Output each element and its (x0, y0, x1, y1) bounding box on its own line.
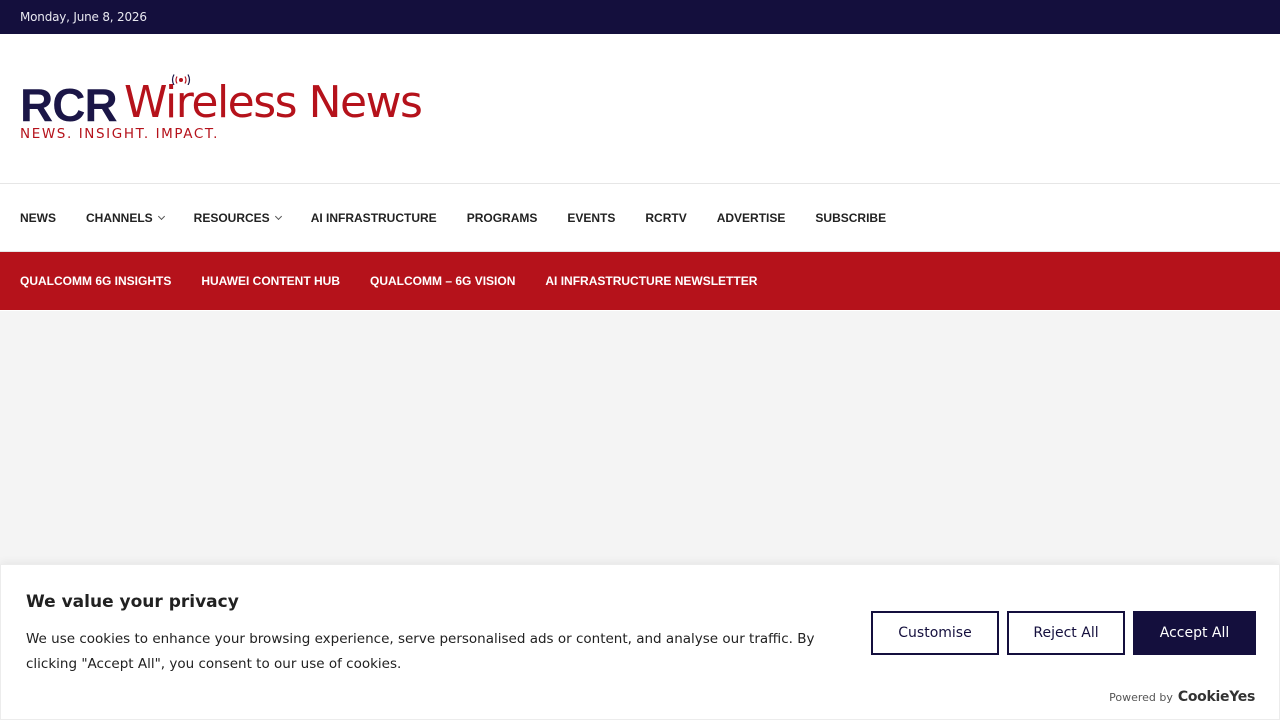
nav-item-channels[interactable]: CHANNELS (86, 210, 165, 225)
nav-item-label: EVENTS (567, 210, 616, 225)
chevron-down-icon (157, 212, 165, 220)
nav-item-resources[interactable]: RESOURCES (193, 210, 282, 225)
nav-item-subscribe[interactable]: SUBSCRIBE (815, 211, 886, 225)
subnav-item-qualcomm-6g-insights[interactable]: QUALCOMM 6G INSIGHTS (20, 274, 171, 288)
nav-item-events[interactable]: EVENTS (567, 211, 615, 225)
current-date: Monday, June 8, 2026 (20, 10, 147, 24)
main-navigation: NEWS CHANNELS RESOURCES AI INFRASTRUCTUR… (0, 184, 1280, 252)
nav-item-label: PROGRAMS (466, 210, 538, 225)
nav-item-label: CHANNELS (86, 210, 153, 225)
logo-rcr: RCR (20, 79, 118, 131)
nav-item-label: SUBSCRIBE (815, 210, 887, 225)
site-logo[interactable]: RCR Wireless News NEWS. INSIGHT. IMPACT. (20, 74, 460, 148)
nav-item-label: AI INFRASTRUCTURE (310, 210, 437, 225)
subnav-item-qualcomm-6g-vision[interactable]: QUALCOMM – 6G VISION (370, 274, 515, 288)
nav-item-label: ADVERTISE (716, 210, 786, 225)
logo-wireless-news: Wireless News (124, 77, 423, 128)
broadcast-signal-icon (171, 74, 191, 85)
reject-all-button[interactable]: Reject All (1007, 611, 1125, 655)
cookie-title: We value your privacy (26, 592, 239, 612)
nav-item-label: RCRTV (645, 210, 687, 225)
cookieyes-logo[interactable]: CookieYes (1178, 689, 1255, 705)
nav-item-programs[interactable]: PROGRAMS (467, 211, 538, 225)
logo-tagline: NEWS. INSIGHT. IMPACT. (20, 126, 220, 142)
powered-by: Powered by CookieYes (1109, 689, 1255, 705)
cookie-description: We use cookies to enhance your browsing … (26, 631, 815, 672)
cookie-consent-banner: We value your privacy We use cookies to … (0, 564, 1280, 720)
nav-item-ai-infrastructure[interactable]: AI INFRASTRUCTURE (311, 211, 437, 225)
nav-item-news[interactable]: NEWS (20, 211, 56, 225)
accept-all-button[interactable]: Accept All (1133, 611, 1256, 655)
sponsored-navigation: QUALCOMM 6G INSIGHTS HUAWEI CONTENT HUB … (0, 252, 1280, 310)
nav-item-label: RESOURCES (193, 210, 270, 225)
site-header: RCR Wireless News NEWS. INSIGHT. IMPACT. (0, 34, 1280, 184)
powered-by-label: Powered by (1109, 691, 1173, 704)
customise-button[interactable]: Customise (871, 611, 999, 655)
top-bar: Monday, June 8, 2026 (0, 0, 1280, 34)
nav-item-label: NEWS (20, 210, 56, 225)
chevron-down-icon (274, 212, 282, 220)
nav-item-rcrtv[interactable]: RCRTV (645, 211, 686, 225)
subnav-item-huawei-content-hub[interactable]: HUAWEI CONTENT HUB (201, 274, 340, 288)
subnav-item-ai-infrastructure-newsletter[interactable]: AI INFRASTRUCTURE NEWSLETTER (545, 274, 757, 288)
nav-item-advertise[interactable]: ADVERTISE (717, 211, 786, 225)
